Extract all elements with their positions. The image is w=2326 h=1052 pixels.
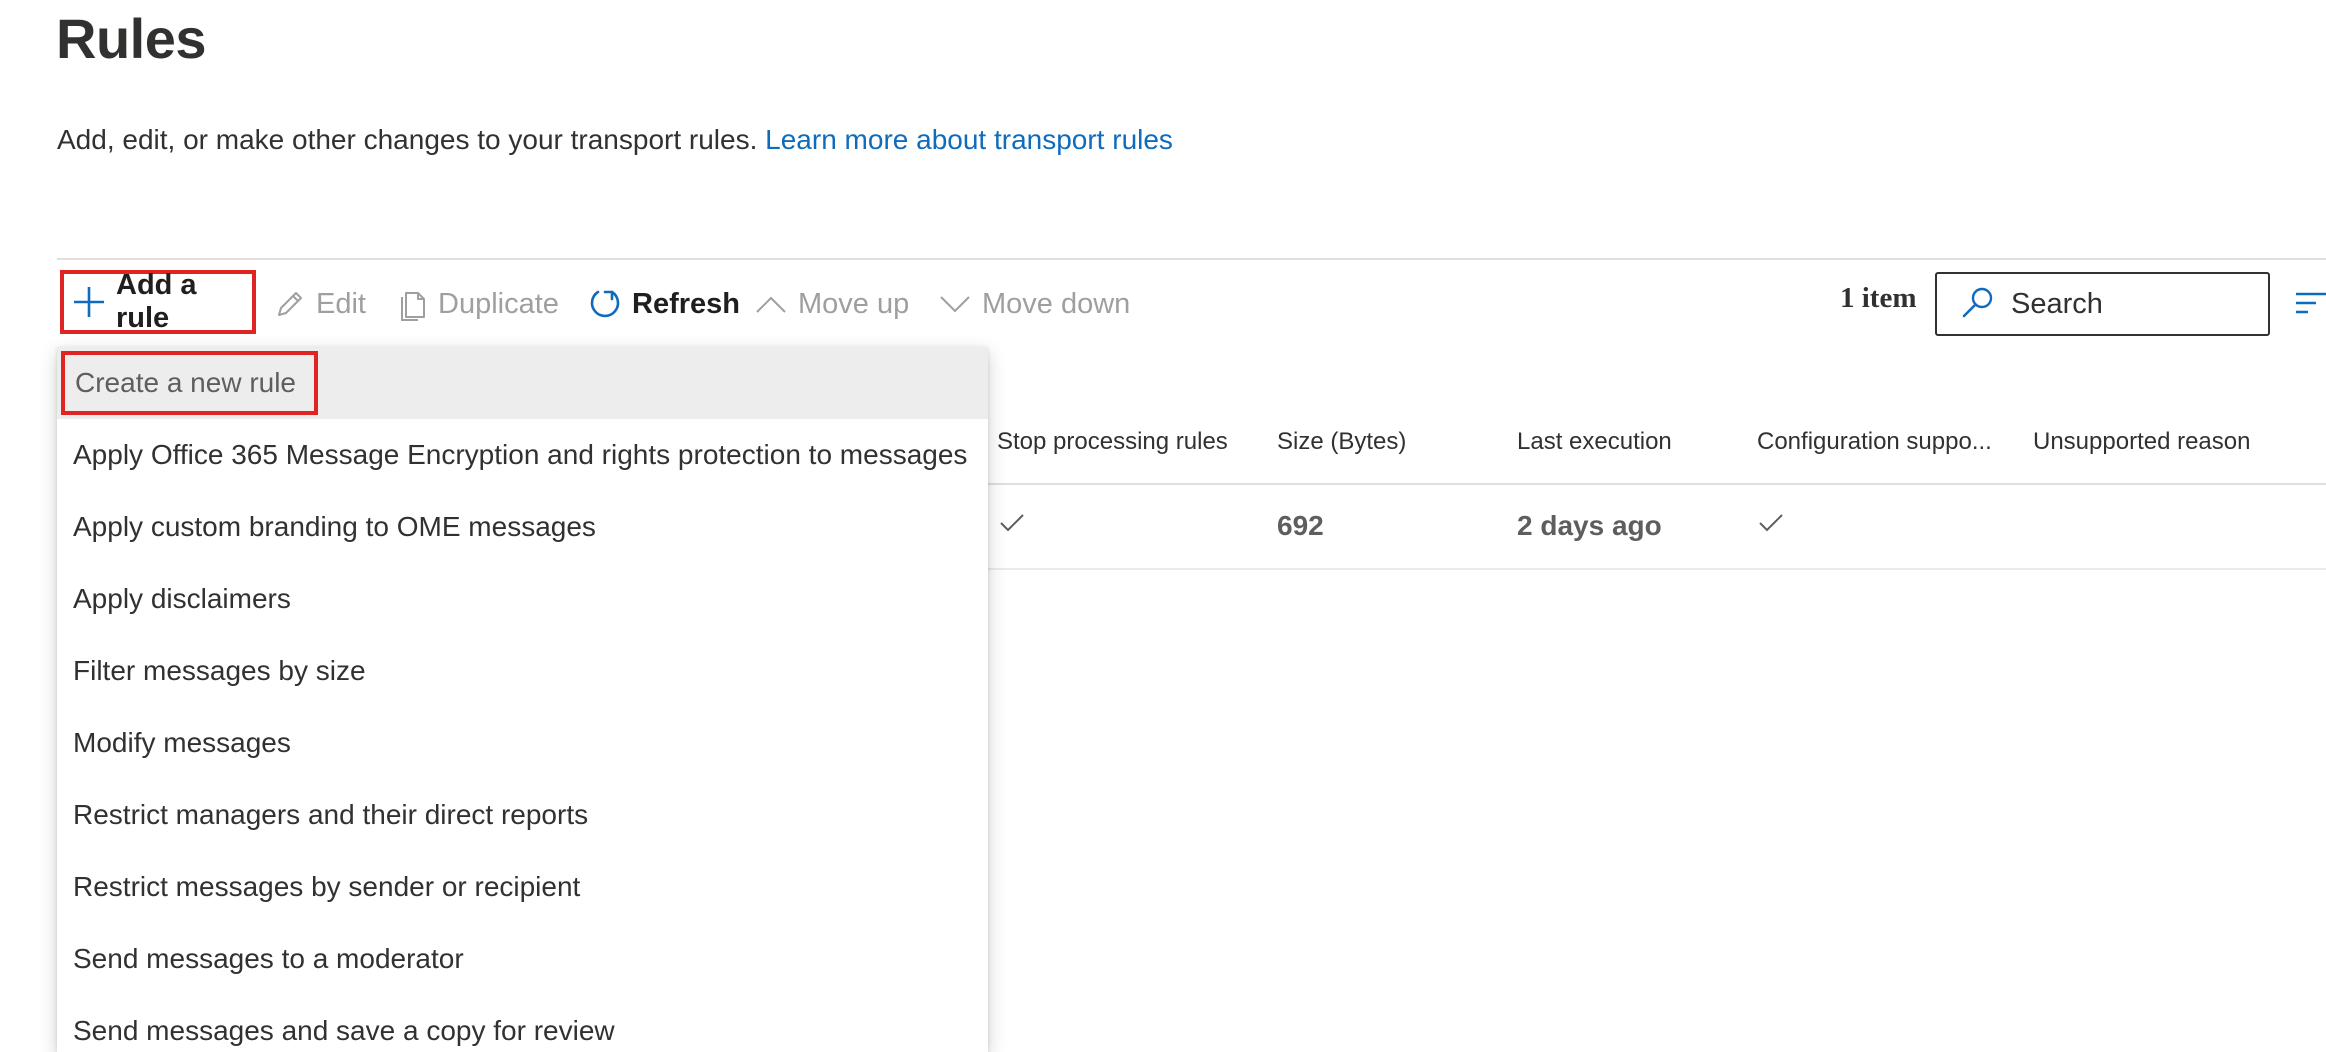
search-icon	[1961, 285, 1995, 324]
menu-item-label: Send messages and save a copy for review	[73, 1015, 615, 1046]
description-text: Add, edit, or make other changes to your…	[57, 124, 758, 155]
column-header-configuration-support[interactable]: Configuration suppo...	[1757, 428, 1992, 456]
refresh-label: Refresh	[632, 287, 740, 320]
duplicate-button[interactable]: Duplicate	[398, 268, 559, 340]
column-header-size[interactable]: Size (Bytes)	[1277, 428, 1406, 456]
plus-icon	[72, 285, 106, 319]
menu-item-label: Apply disclaimers	[73, 583, 291, 614]
menu-item-restrict-sender-recipient[interactable]: Restrict messages by sender or recipient	[57, 851, 988, 923]
copy-icon	[398, 287, 428, 321]
move-down-label: Move down	[982, 287, 1131, 320]
add-rule-dropdown-menu: Create a new rule Apply Office 365 Messa…	[57, 347, 988, 1052]
menu-item-apply-disclaimers[interactable]: Apply disclaimers	[57, 563, 988, 635]
menu-item-apply-ome-encryption[interactable]: Apply Office 365 Message Encryption and …	[57, 419, 988, 491]
column-header-unsupported-reason[interactable]: Unsupported reason	[2033, 428, 2250, 456]
menu-item-label: Restrict messages by sender or recipient	[73, 871, 581, 902]
column-header-stop-processing[interactable]: Stop processing rules	[997, 428, 1228, 456]
edit-label: Edit	[316, 287, 366, 320]
menu-item-send-to-moderator[interactable]: Send messages to a moderator	[57, 923, 988, 995]
menu-item-send-save-copy[interactable]: Send messages and save a copy for review	[57, 995, 988, 1052]
refresh-button[interactable]: Refresh	[588, 268, 740, 340]
column-header-last-execution[interactable]: Last execution	[1517, 428, 1672, 456]
menu-item-label: Create a new rule	[61, 351, 319, 415]
refresh-icon	[588, 287, 622, 321]
menu-item-label: Restrict managers and their direct repor…	[73, 799, 589, 830]
menu-item-create-new-rule[interactable]: Create a new rule	[57, 347, 988, 419]
page-title: Rules	[56, 7, 207, 70]
menu-item-label: Apply Office 365 Message Encryption and …	[73, 439, 968, 470]
header-divider	[57, 258, 2326, 260]
menu-item-apply-custom-branding[interactable]: Apply custom branding to OME messages	[57, 491, 988, 563]
menu-item-modify-messages[interactable]: Modify messages	[57, 707, 988, 779]
header-row-divider	[988, 483, 2326, 485]
search-placeholder: Search	[2011, 287, 2103, 320]
last-execution-cell: 2 days ago	[1517, 510, 1662, 541]
duplicate-label: Duplicate	[438, 287, 559, 320]
move-up-label: Move up	[798, 287, 910, 320]
add-rule-label: Add a rule	[116, 269, 197, 334]
search-input[interactable]: Search	[1935, 272, 2270, 336]
menu-item-label: Send messages to a moderator	[73, 943, 464, 974]
move-up-button[interactable]: Move up	[754, 268, 909, 340]
menu-item-label: Modify messages	[73, 727, 291, 758]
page-description: Add, edit, or make other changes to your…	[57, 124, 1173, 156]
item-count: 1 item	[1840, 282, 1917, 314]
pencil-icon	[274, 288, 306, 320]
move-down-button[interactable]: Move down	[938, 268, 1130, 340]
chevron-down-icon	[938, 292, 972, 316]
menu-item-label: Apply custom branding to OME messages	[73, 511, 596, 542]
filter-icon[interactable]	[2294, 290, 2326, 321]
chevron-up-icon	[754, 292, 788, 316]
menu-item-restrict-managers[interactable]: Restrict managers and their direct repor…	[57, 779, 988, 851]
edit-button[interactable]: Edit	[274, 268, 366, 340]
checkmark-icon	[999, 512, 1025, 539]
menu-item-label: Filter messages by size	[73, 655, 366, 686]
size-cell: 692	[1277, 510, 1324, 541]
menu-item-filter-by-size[interactable]: Filter messages by size	[57, 635, 988, 707]
row-divider	[988, 568, 2326, 570]
learn-more-link[interactable]: Learn more about transport rules	[765, 124, 1173, 155]
checkmark-icon	[1758, 512, 1784, 539]
add-rule-button[interactable]: Add a rule	[60, 269, 256, 334]
